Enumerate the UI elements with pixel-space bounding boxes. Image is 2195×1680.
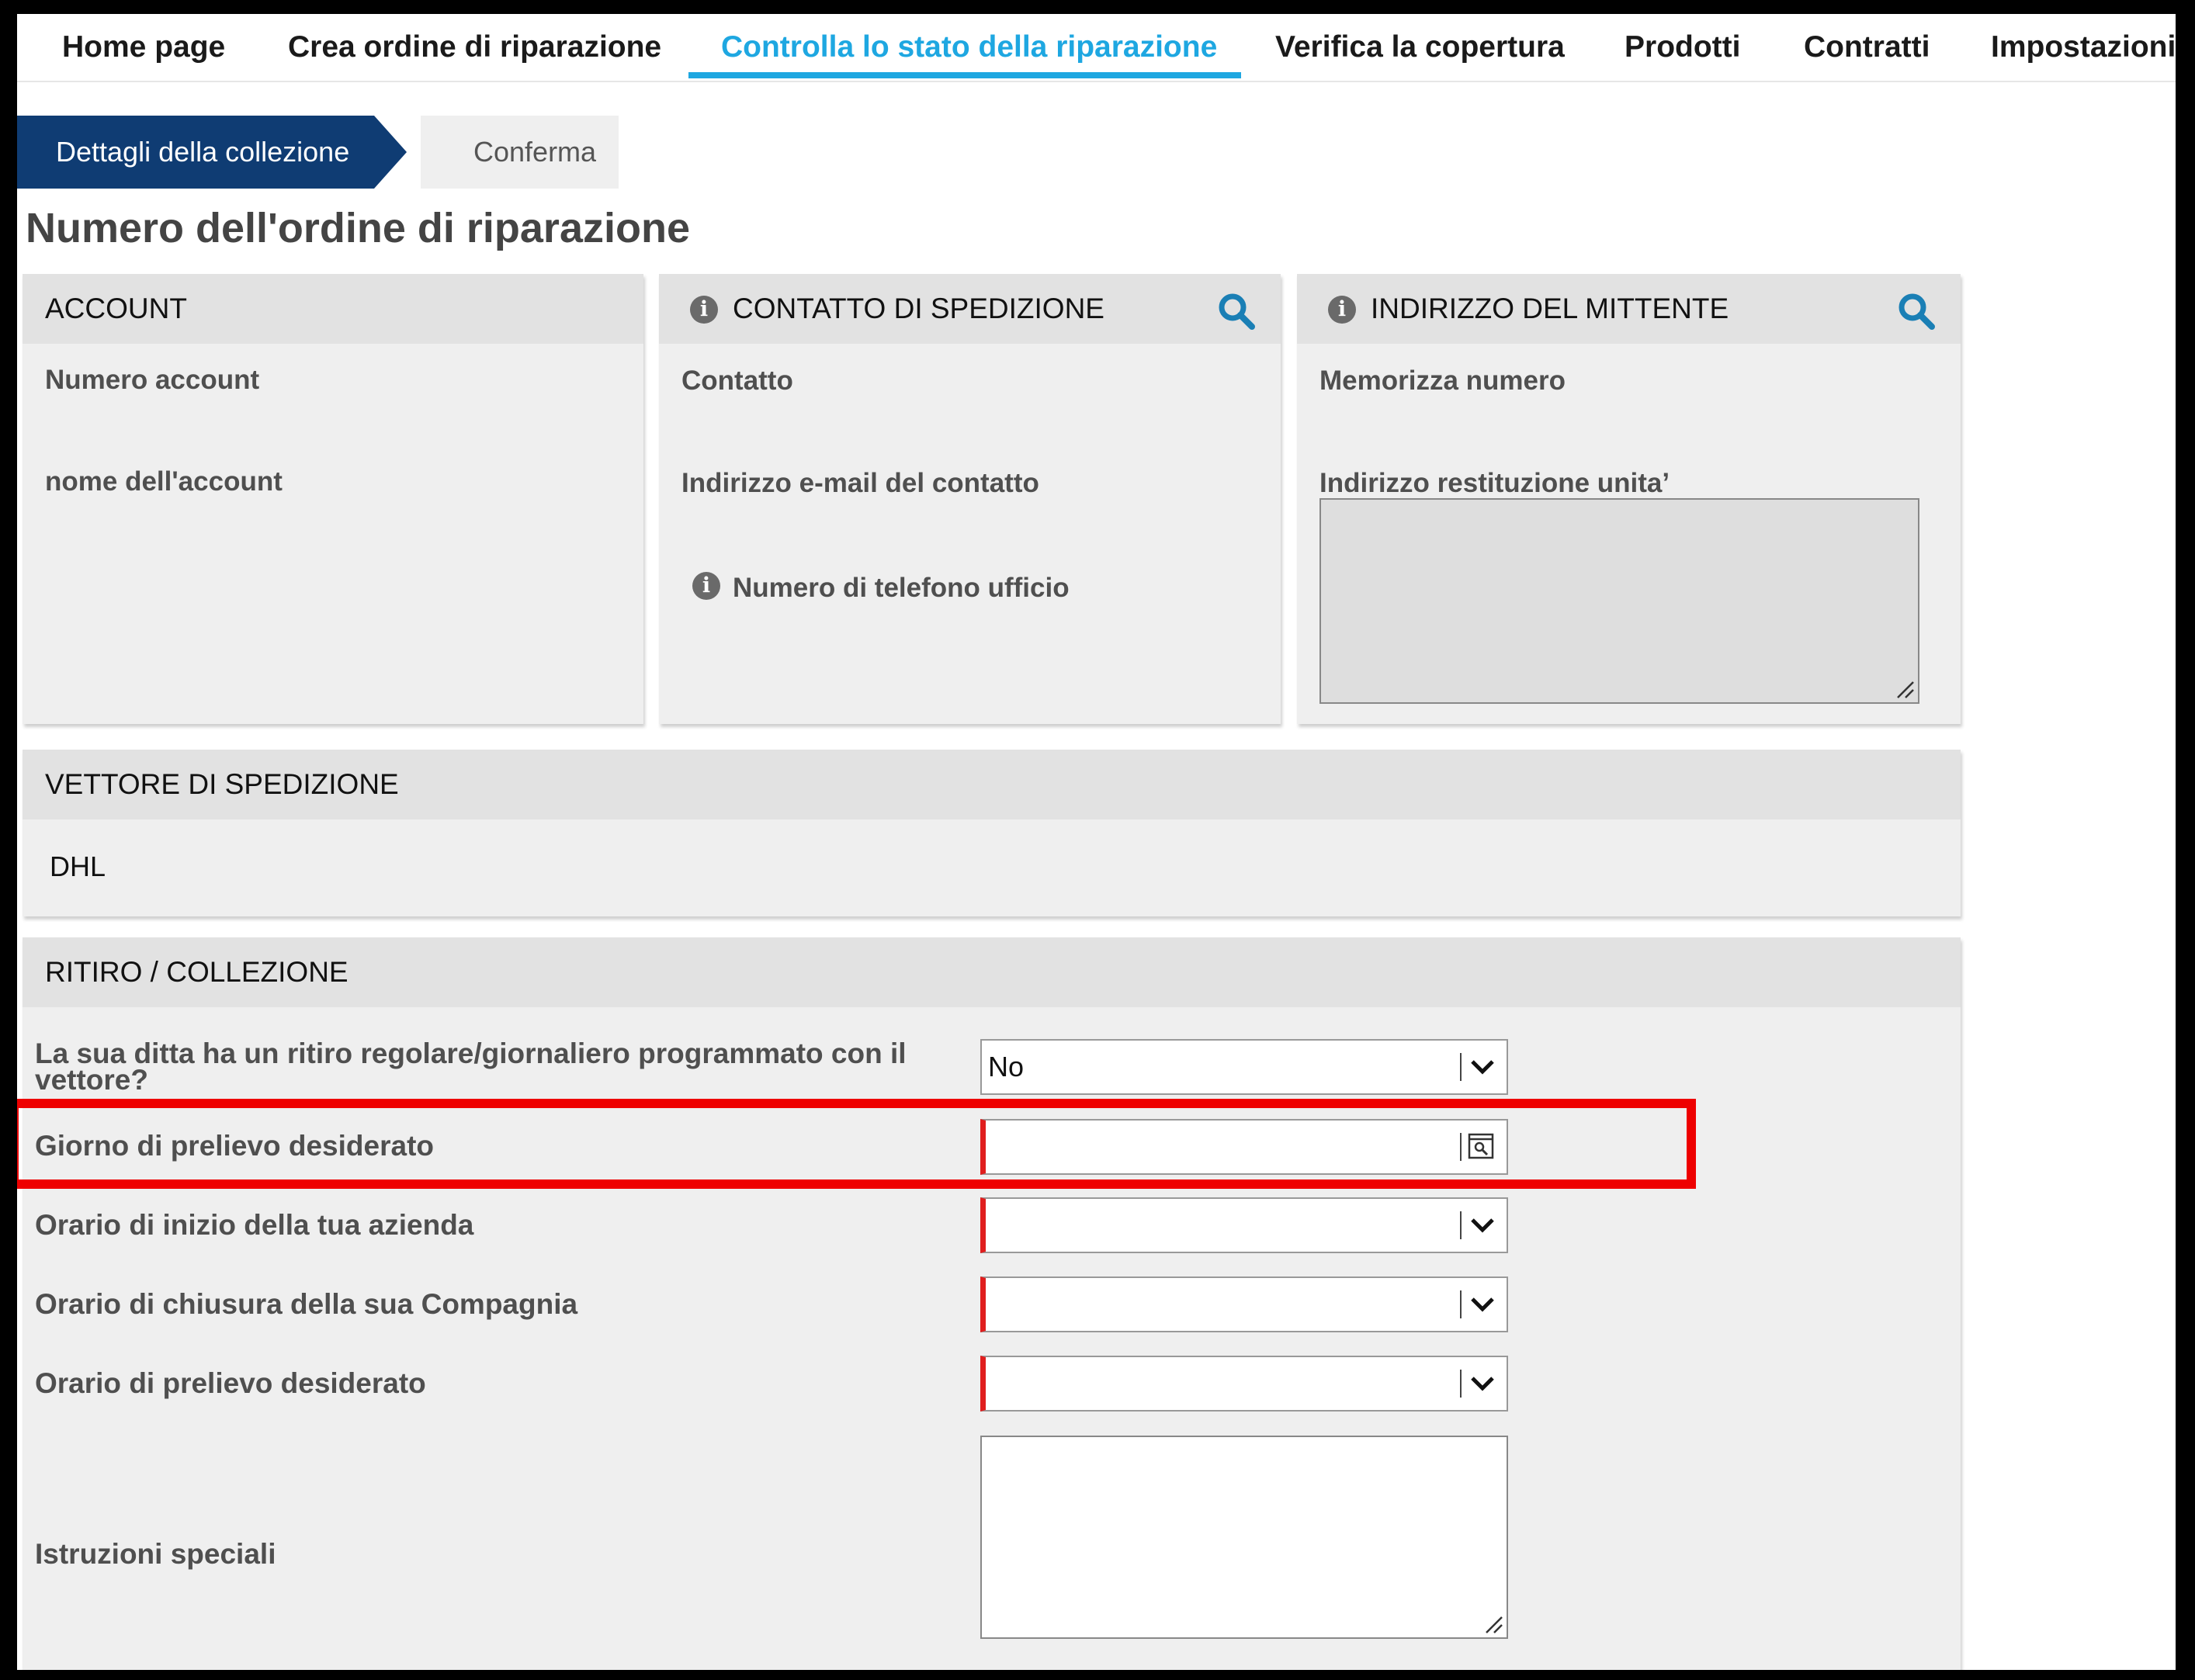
panel-title: VETTORE DI SPEDIZIONE bbox=[45, 768, 399, 800]
nav-settings[interactable]: Impostazioni bbox=[1991, 14, 2176, 81]
contact-label: Contatto bbox=[681, 365, 793, 396]
step-confirm[interactable]: Conferma bbox=[421, 116, 619, 189]
step-label: Dettagli della collezione bbox=[56, 136, 350, 168]
select-divider bbox=[1460, 1290, 1462, 1318]
chevron-down-icon bbox=[1471, 1377, 1494, 1391]
chevron-down-icon bbox=[1471, 1060, 1494, 1075]
nav-products[interactable]: Prodotti bbox=[1625, 14, 1740, 81]
app-frame: Home page Crea ordine di riparazione Con… bbox=[17, 14, 2176, 1670]
nav-contracts[interactable]: Contratti bbox=[1804, 14, 1930, 81]
select-divider bbox=[1460, 1211, 1462, 1239]
chevron-down-icon bbox=[1471, 1297, 1494, 1312]
account-number-label: Numero account bbox=[45, 365, 260, 395]
carrier-panel: VETTORE DI SPEDIZIONE DHL bbox=[23, 750, 1961, 916]
select-divider bbox=[1460, 1053, 1462, 1081]
panel-title: INDIRIZZO DEL MITTENTE bbox=[1371, 293, 1729, 324]
search-icon[interactable] bbox=[1896, 291, 1937, 331]
contact-email-label: Indirizzo e-mail del contatto bbox=[681, 468, 1039, 498]
panel-header: VETTORE DI SPEDIZIONE bbox=[23, 750, 1961, 819]
account-name-label: nome dell'account bbox=[45, 466, 283, 497]
nav-create-repair-order[interactable]: Crea ordine di riparazione bbox=[288, 14, 661, 81]
panel-title: ACCOUNT bbox=[45, 293, 187, 324]
active-tab-indicator bbox=[688, 72, 1241, 78]
regular-pickup-label: La sua ditta ha un ritiro regolare/giorn… bbox=[35, 1037, 907, 1096]
info-icon: i bbox=[692, 572, 720, 600]
nav-check-repair-status[interactable]: Controlla lo stato della riparazione bbox=[721, 14, 1217, 81]
panel-title: CONTATTO DI SPEDIZIONE bbox=[733, 293, 1104, 324]
pickup-time-select[interactable] bbox=[980, 1356, 1508, 1412]
step-arrow bbox=[374, 116, 407, 189]
resize-grip-icon[interactable] bbox=[1895, 679, 1915, 699]
step-label: Conferma bbox=[473, 136, 597, 168]
step-collection-details[interactable]: Dettagli della collezione bbox=[17, 116, 374, 189]
page-title: Numero dell'ordine di riparazione bbox=[26, 205, 690, 251]
close-time-select[interactable] bbox=[980, 1276, 1508, 1332]
nav-verify-coverage[interactable]: Verifica la copertura bbox=[1275, 14, 1565, 81]
shipping-contact-panel: i CONTATTO DI SPEDIZIONE Contatto Indiri… bbox=[659, 274, 1281, 724]
panel-header: RITIRO / COLLEZIONE bbox=[23, 937, 1961, 1007]
sender-address-panel: i INDIRIZZO DEL MITTENTE Memorizza numer… bbox=[1297, 274, 1961, 724]
carrier-value: DHL bbox=[50, 850, 106, 882]
store-number-label: Memorizza numero bbox=[1319, 365, 1566, 396]
return-address-label: Indirizzo restituzione unita’ bbox=[1319, 468, 1670, 498]
top-nav: Home page Crea ordine di riparazione Con… bbox=[17, 14, 2176, 82]
office-phone-label: Numero di telefono ufficio bbox=[733, 573, 1070, 603]
start-time-label: Orario di inizio della tua azienda bbox=[35, 1209, 474, 1241]
special-instructions-label: Istruzioni speciali bbox=[35, 1538, 276, 1570]
panel-header: ACCOUNT bbox=[23, 274, 643, 344]
return-address-textarea[interactable] bbox=[1319, 498, 1919, 704]
start-time-select[interactable] bbox=[980, 1197, 1508, 1253]
highlight-box bbox=[17, 1099, 1696, 1189]
select-value: No bbox=[988, 1051, 1025, 1082]
pickup-time-label: Orario di prelievo desiderato bbox=[35, 1367, 426, 1399]
panel-header: i INDIRIZZO DEL MITTENTE bbox=[1297, 274, 1961, 344]
resize-grip-icon[interactable] bbox=[1483, 1614, 1503, 1634]
account-panel: ACCOUNT Numero account nome dell'account bbox=[23, 274, 643, 724]
select-divider bbox=[1460, 1370, 1462, 1398]
regular-pickup-select[interactable]: No bbox=[980, 1039, 1508, 1095]
chevron-down-icon bbox=[1471, 1218, 1494, 1233]
special-instructions-textarea[interactable] bbox=[980, 1436, 1508, 1639]
panel-title: RITIRO / COLLEZIONE bbox=[45, 956, 348, 988]
info-icon: i bbox=[690, 296, 718, 324]
search-icon[interactable] bbox=[1216, 291, 1257, 331]
info-icon: i bbox=[1328, 296, 1356, 324]
nav-home[interactable]: Home page bbox=[62, 14, 225, 81]
panel-header: i CONTATTO DI SPEDIZIONE bbox=[659, 274, 1281, 344]
close-time-label: Orario di chiusura della sua Compagnia bbox=[35, 1288, 578, 1320]
